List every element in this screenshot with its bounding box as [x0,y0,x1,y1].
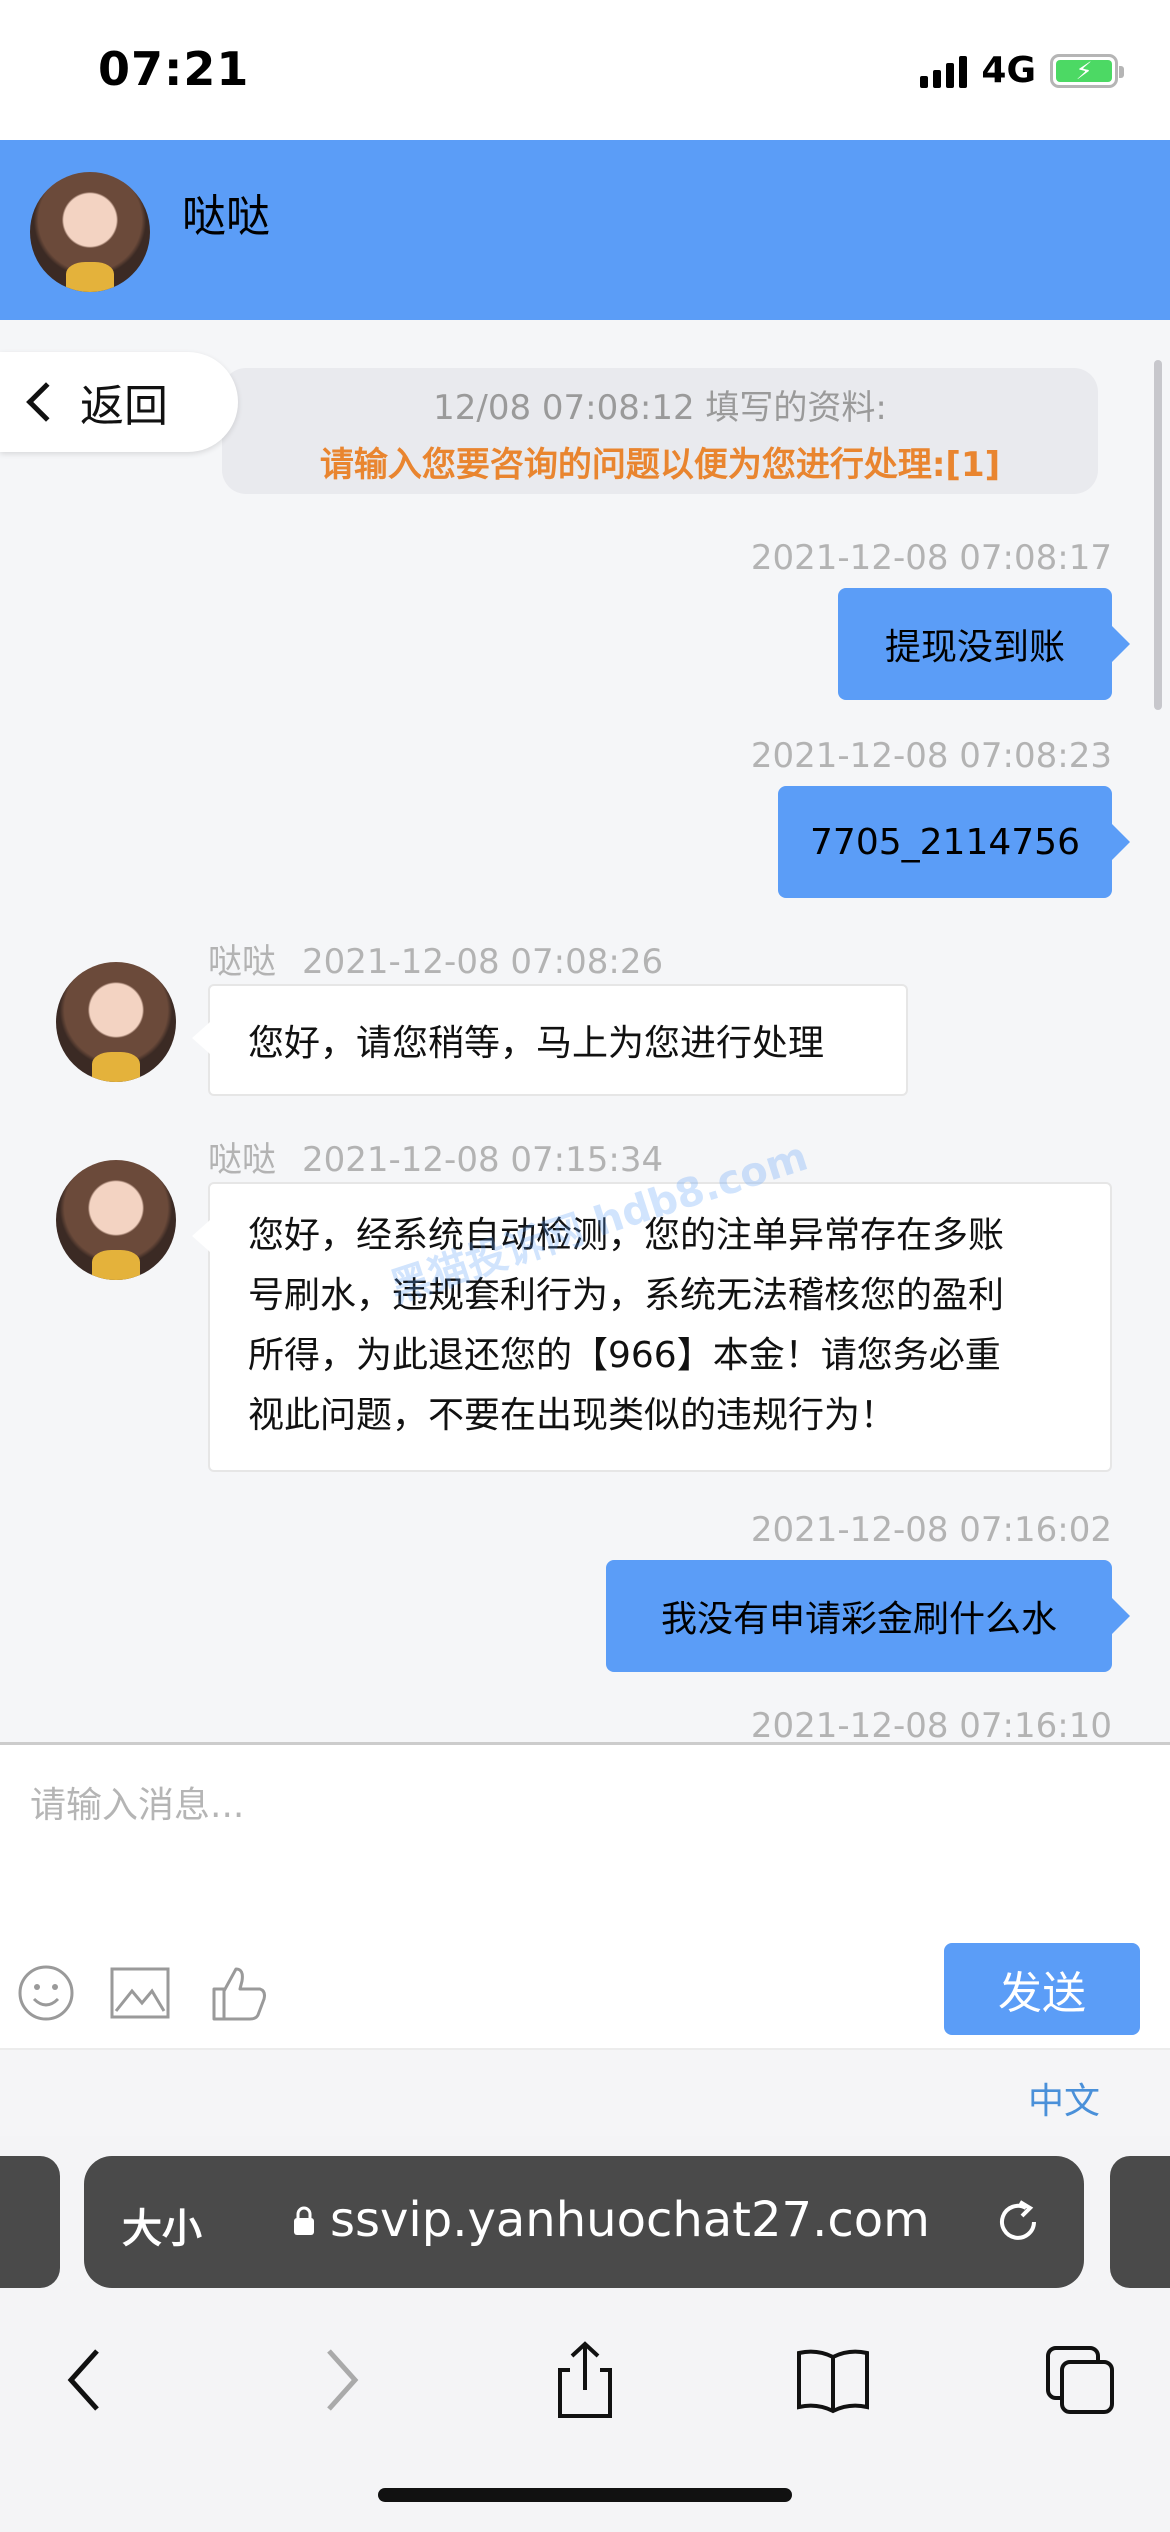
message-timestamp: 2021-12-08 07:08:26 [302,942,664,982]
book-icon [797,2349,869,2414]
system-notice: 12/08 07:08:12 填写的资料: 请输入您要咨询的问题以便为您进行处理… [222,368,1098,494]
signal-icon [920,54,968,88]
message-line: 号刷水，违规套利行为，系统无法稽核您的盈利 [248,1275,1005,1316]
address-bar[interactable]: 大小 ssvip.yanhuochat27.com [84,2156,1084,2288]
message-timestamp: 2021-12-08 07:15:34 [302,1140,664,1180]
message-timestamp: 2021-12-08 07:08:17 [750,538,1112,578]
share-button[interactable] [545,2340,625,2420]
browser-nav [0,2320,1170,2460]
reload-icon[interactable] [990,2194,1046,2250]
send-button[interactable]: 发送 [944,1943,1140,2035]
text-size-button[interactable]: 大小 [122,2196,202,2254]
message-line: 视此问题，不要在出现类似的违规行为！ [248,1395,897,1436]
agent-avatar[interactable] [30,172,150,292]
message-timestamp: 2021-12-08 07:16:02 [750,1510,1112,1550]
agent-avatar[interactable] [56,1160,176,1280]
system-notice-prompt: 请输入您要咨询的问题以便为您进行处理:[1] [319,445,1001,485]
home-indicator[interactable] [378,2488,792,2502]
forward-nav-button[interactable] [300,2340,380,2420]
sender-name: 哒哒 [208,1140,276,1180]
tabs-icon [1046,2346,1114,2414]
message-input[interactable] [30,1775,1030,1835]
emoji-icon[interactable] [14,1961,78,2025]
status-time: 07:21 [98,42,250,96]
incoming-message[interactable]: 您好，经系统自动检测，您的注单异常存在多账 号刷水，违规套利行为，系统无法稽核您… [192,1182,1112,1472]
agent-name: 哒哒 [182,191,270,242]
back-nav-button[interactable] [46,2340,126,2420]
outgoing-message[interactable]: 我没有申请彩金刷什么水 [606,1560,1130,1672]
message-line: 您好，经系统自动检测，您的注单异常存在多账 [248,1215,1005,1256]
outgoing-message[interactable]: 提现没到账 [838,588,1130,700]
message-timestamp: 2021-12-08 07:08:23 [750,736,1112,776]
lock-icon [294,2206,314,2235]
sender-name: 哒哒 [208,942,276,982]
url-text: ssvip.yanhuochat27.com [330,2192,930,2248]
incoming-message[interactable]: 您好，请您稍等，马上为您进行处理 [192,984,908,1096]
back-button[interactable]: 返回 [0,352,238,452]
chat-area[interactable]: 返回 12/08 07:08:12 填写的资料: 请输入您要咨询的问题以便为您进… [0,320,1170,1742]
system-notice-title: 12/08 07:08:12 填写的资料: [433,388,887,428]
browser-toolbar: 大小 ssvip.yanhuochat27.com [0,2136,1170,2532]
next-tab[interactable] [1110,2156,1170,2288]
status-bar: 07:21 4G ⚡ [0,0,1170,140]
message-composer: 发送 [0,1742,1170,2048]
chevron-left-icon [26,382,66,422]
image-icon[interactable] [108,1961,172,2025]
language-bar: 中文 [0,2048,1170,2136]
message-timestamp: 2021-12-08 07:16:10 [750,1706,1112,1742]
previous-tab[interactable] [0,2156,60,2288]
agent-avatar[interactable] [56,962,176,1082]
status-indicators: 4G ⚡ [920,50,1124,91]
chat-scrollbar[interactable] [1154,360,1162,710]
message-line: 所得，为此退还您的【966】本金！请您务必重 [248,1335,1001,1376]
language-switch[interactable]: 中文 [1028,2072,1100,2124]
thumbs-up-icon[interactable] [206,1961,270,2025]
chevron-left-icon [67,2349,99,2411]
network-type: 4G [981,50,1036,91]
chat-header: 哒哒 [0,140,1170,320]
tabs-button[interactable] [1040,2340,1120,2420]
share-icon [558,2341,612,2418]
message-meta: 哒哒 2021-12-08 07:15:34 [208,1132,663,1181]
back-label: 返回 [80,381,168,432]
message-meta: 哒哒 2021-12-08 07:08:26 [208,934,663,983]
bookmarks-button[interactable] [793,2340,873,2420]
battery-icon: ⚡ [1050,53,1124,88]
chevron-right-icon [327,2349,359,2411]
outgoing-message[interactable]: 7705_2114756 [778,786,1130,898]
